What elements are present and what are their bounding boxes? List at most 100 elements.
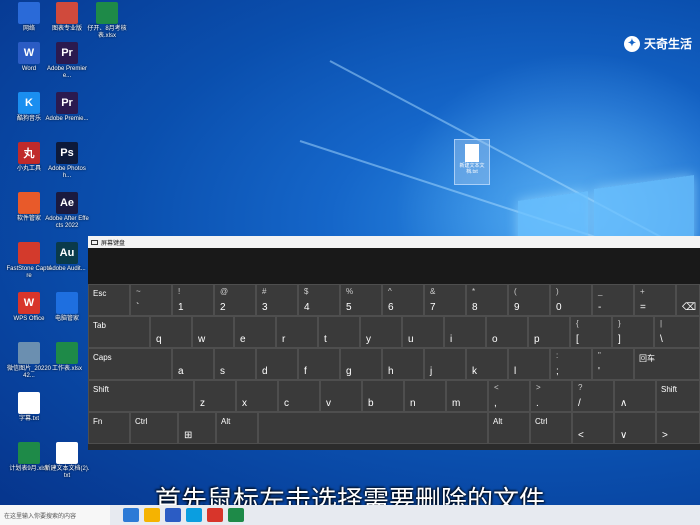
app-icon [18,442,40,464]
keyboard-key[interactable]: ? / [572,380,614,412]
keyboard-key[interactable]: $4 [298,284,340,316]
keyboard-key[interactable]: z [194,380,236,412]
keyboard-key[interactable]: a [172,348,214,380]
keyboard-key[interactable]: * 8 [466,284,508,316]
desktop-icon-label: 新建文本文档(2).txt [44,466,90,479]
keyboard-key[interactable]: % 5 [340,284,382,316]
app-icon: W [18,292,40,314]
taskbar-app-icon[interactable] [207,508,223,522]
keyboard-key[interactable]: l [508,348,550,380]
app-icon: W [18,42,40,64]
keyboard-key[interactable]: t [318,316,360,348]
keyboard-key[interactable]: {[ [570,316,612,348]
keyboard-key[interactable]: < [572,412,614,444]
keyboard-key[interactable]: & 7 [424,284,466,316]
keyboard-key[interactable]: b [362,380,404,412]
osk-titlebar[interactable]: 屏幕键盘 [88,236,700,248]
taskbar-app-icon[interactable] [228,508,244,522]
keyboard-key[interactable]: Fn [88,412,130,444]
desktop-icon[interactable]: 仔开、8月考核表.xlsx [84,2,130,40]
key-shift-label: # [262,287,267,296]
keyboard-key[interactable]: e [234,316,276,348]
keyboard-key[interactable]: w [192,316,234,348]
keyboard-key[interactable]: Caps [88,348,172,380]
key-shift-label: : [556,351,559,360]
keyboard-key[interactable]: o [486,316,528,348]
keyboard-key[interactable]: Shift [88,380,194,412]
key-label: p [534,334,540,345]
desktop-icon-label: 电脑管家 [54,316,79,322]
keyboard-key[interactable]: ) 0 [550,284,592,316]
keyboard-key[interactable] [258,412,488,444]
keyboard-key[interactable]: ∨ [614,412,656,444]
keyboard-key[interactable]: | \ [654,316,700,348]
keyboard-key[interactable]: u [402,316,444,348]
keyboard-key[interactable]: d [256,348,298,380]
keyboard-key[interactable]: <, [488,380,530,412]
desktop-icon[interactable]: Au Adobe Audit... [44,242,90,273]
keyboard-key[interactable]: Alt [488,412,530,444]
app-icon: K [18,92,40,114]
desktop-icon[interactable]: 工作表.xlsx [44,342,90,373]
keyboard-key[interactable]: s [214,348,256,380]
key-label: k [472,366,477,377]
keyboard-key[interactable]: ⌫ [676,284,700,316]
desktop-icon[interactable]: Ps Adobe Photosh... [44,142,90,180]
keyboard-key[interactable]: Alt [216,412,258,444]
keyboard-key[interactable]: Esc [88,284,130,316]
keyboard-key[interactable]: Tab [88,316,150,348]
keyboard-key[interactable]: h [382,348,424,380]
desktop-icon[interactable]: Pr Adobe Premie... [44,92,90,123]
keyboard-key[interactable]: k [466,348,508,380]
key-label: d [262,366,268,377]
key-label: o [492,334,498,345]
key-shift-label: } [618,319,621,328]
keyboard-key[interactable]: ∧ [614,380,656,412]
keyboard-key[interactable]: Shift [656,380,700,412]
keyboard-key[interactable]: ⊞ [178,412,216,444]
desktop-icon[interactable]: 新建文本文档(2).txt [44,442,90,480]
keyboard-key[interactable]: p [528,316,570,348]
keyboard-key[interactable]: > [656,412,700,444]
keyboard-key[interactable]: c [278,380,320,412]
keyboard-key[interactable]: j [424,348,466,380]
keyboard-key[interactable]: ^ 6 [382,284,424,316]
taskbar-app-icon[interactable] [165,508,181,522]
taskbar-app-icon[interactable] [186,508,202,522]
keyboard-key[interactable]: 回车 [634,348,700,380]
keyboard-key[interactable]: + = [634,284,676,316]
keyboard-key[interactable]: }] [612,316,654,348]
keyboard-key[interactable]: g [340,348,382,380]
keyboard-key[interactable]: Ctrl [530,412,572,444]
keyboard-key[interactable]: :; [550,348,592,380]
keyboard-key[interactable]: Ctrl [130,412,178,444]
on-screen-keyboard-window[interactable]: 屏幕键盘 Esc ~ `! 1 @2 #3 $4% 5 ^ 6 & 7 * 8(9) 0 _ - + = ⌫ Tab q w… [88,236,700,450]
keyboard-key[interactable]: #3 [256,284,298,316]
keyboard-key[interactable]: " ' [592,348,634,380]
desktop-icon[interactable]: 电脑管家 [44,292,90,323]
selected-file-icon[interactable]: 新建文本文档.txt [454,139,490,185]
keyboard-key[interactable]: @2 [214,284,256,316]
keyboard-key[interactable]: r [276,316,318,348]
keyboard-key[interactable]: q [150,316,192,348]
desktop-icon[interactable]: Ae Adobe After Effects 2022 [44,192,90,230]
keyboard-key[interactable]: y [360,316,402,348]
keyboard-key[interactable]: m [446,380,488,412]
taskbar-search-box[interactable]: 在这里输入你要搜索的内容 [0,505,110,525]
keyboard-key[interactable]: f [298,348,340,380]
taskbar-app-icon[interactable] [144,508,160,522]
keyboard-key[interactable]: >. [530,380,572,412]
keyboard-key[interactable]: i [444,316,486,348]
keyboard-key[interactable]: (9 [508,284,550,316]
keyboard-key[interactable]: _ - [592,284,634,316]
keyboard-key[interactable]: n [404,380,446,412]
keyboard-key[interactable]: v [320,380,362,412]
keyboard-key[interactable]: ~ ` [130,284,172,316]
taskbar-app-icon[interactable] [123,508,139,522]
key-shift-label: _ [598,287,603,296]
app-icon: Pr [56,92,78,114]
desktop-icon[interactable]: 字幕.txt [6,392,52,423]
desktop-icon[interactable]: Pr Adobe Premiere... [44,42,90,80]
keyboard-key[interactable]: ! 1 [172,284,214,316]
keyboard-key[interactable]: x [236,380,278,412]
